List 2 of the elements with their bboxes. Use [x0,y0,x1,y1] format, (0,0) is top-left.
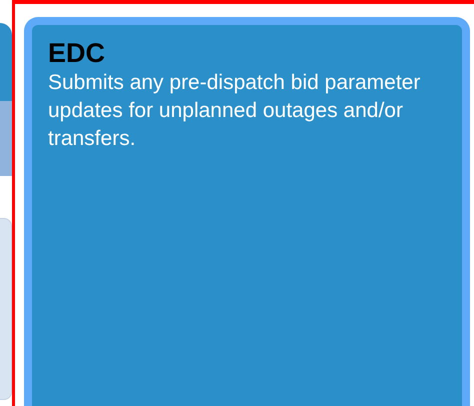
card-description: Submits any pre-dispatch bid parameter updates for unplanned outages and/or transfers. [48,70,422,152]
card-title: EDC [48,37,106,69]
